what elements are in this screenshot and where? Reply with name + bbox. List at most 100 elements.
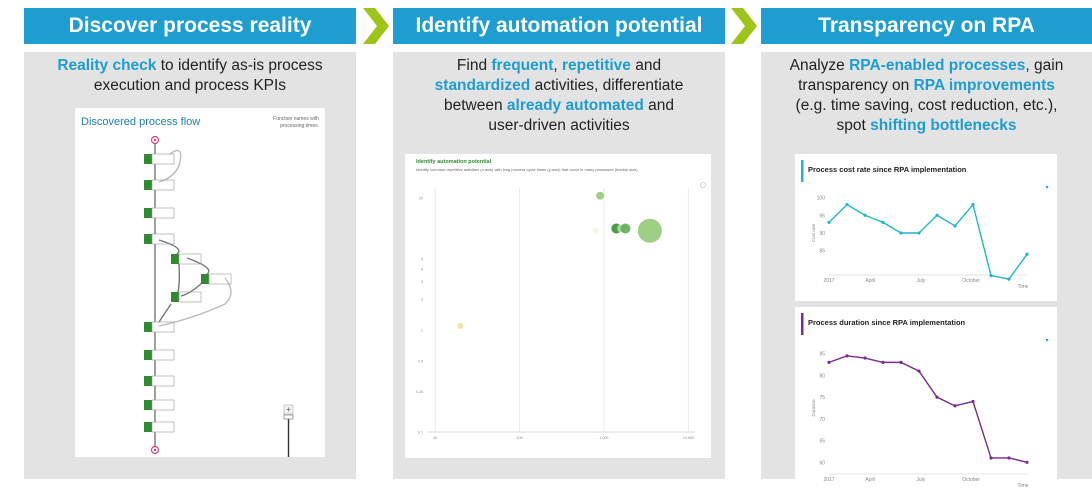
svg-text:+: + [286,405,291,414]
bubble-point [457,323,464,330]
data-point [1025,252,1029,256]
x-tick-label: 100 [517,436,523,440]
node-label-box [151,349,175,361]
header-transparency-label: Transparency on RPA [818,14,1035,37]
x-tick-label: October [962,278,980,284]
y-tick-label: 0.1 [418,431,423,435]
data-point [953,404,957,408]
desc-text: transparency on [798,77,914,94]
chart-title: Process duration since RPA implementatio… [808,318,966,327]
start-node-dot [153,138,157,142]
y-tick-label: 2 [421,298,423,302]
automation-scatter-chart: 20 5 4 3 2 1 0.5 0.25 0.1 10 100 1,000 10,000 [416,182,706,440]
flow-node-labels [151,153,232,433]
flow-edges [154,144,232,446]
desc-text: spot [836,117,871,134]
highlight-text: repetitive [562,57,631,74]
panel-transparency: Analyze RPA-enabled processes, gain tran… [761,52,1092,493]
y-axis-label: Cost rate [811,223,816,242]
data-point [917,231,921,235]
data-point [827,220,831,224]
settings-icon [700,182,706,188]
chart-title: Process cost rate since RPA implementati… [808,165,967,174]
process-node [171,292,179,302]
header-discover: Discover process reality [24,8,356,44]
bubble-point [592,227,599,234]
chevron-arrow-icon [731,8,757,44]
x-tick-label: 10 [433,436,437,440]
y-tick-label: 85 [819,249,825,255]
node-label-box [151,179,175,191]
desc-text: to identify as-is process [156,57,323,74]
y-tick-label: 95 [819,213,825,219]
data-point [935,213,939,217]
x-tick-label: 1,000 [599,436,608,440]
data-point [845,203,849,207]
desc-text: between [443,97,507,114]
process-flow-diagram: + − [144,135,294,457]
header-identify: Identify automation potential [393,8,725,44]
cost-rate-chart: Process cost rate since RPA implementati… [801,160,1049,290]
y-tick-label: 85 [819,352,825,358]
bubble-point [596,191,605,200]
x-tick-label: April [865,477,875,483]
y-tick-label: 0.25 [416,390,423,394]
data-point [1025,460,1029,464]
description-transparency: Analyze RPA-enabled processes, gain tran… [761,56,1092,136]
data-point [881,220,885,224]
y-tick-label: 4 [421,267,423,271]
data-point [935,395,939,399]
desc-text: and [630,57,662,74]
desc-text: execution and process KPIs [93,77,287,94]
x-tick-label: 2017 [823,278,834,284]
series-line [828,355,1028,463]
data-point [971,399,975,404]
process-node [144,154,152,164]
header-discover-label: Discover process reality [68,14,312,37]
x-tick-label: July [916,477,925,483]
process-node [144,400,152,410]
x-tick-label: 2017 [823,477,834,483]
data-point [1007,456,1011,460]
data-point [989,456,993,460]
duration-chart-card: Process duration since RPA implementatio… [795,307,1057,493]
data-point [827,360,831,364]
process-flow-card: Discovered process flow Function names w… [75,108,325,457]
duration-chart: Process duration since RPA implementatio… [801,313,1049,489]
desc-text: Analyze [789,57,850,74]
chevron-down-icon: ▾ [1045,185,1048,191]
y-tick-label: 60 [819,460,825,466]
data-point [1007,277,1011,281]
data-point [971,203,975,207]
chart-accent-bar [801,313,804,335]
description-identify: Find frequent, repetitive and standardiz… [393,56,725,136]
y-tick-label: 90 [819,231,825,237]
data-point [845,354,849,358]
data-point [899,360,903,364]
process-node [144,208,152,218]
zoom-slider-handle [283,414,294,420]
y-axis-label: Duration [811,399,816,417]
y-tick-label: 20 [419,196,423,200]
node-label-box [151,207,175,219]
data-point [917,369,921,373]
chevron-arrow-icon [363,8,389,44]
highlight-text: already automated [506,97,644,114]
desc-text: , [553,57,562,74]
panel-identify: Find frequent, repetitive and standardiz… [393,52,725,479]
y-tick-label: 5 [421,258,423,262]
data-point [899,231,903,235]
highlight-text: RPA-enabled processes [849,57,1026,74]
process-node [144,422,152,432]
node-label-box [151,153,175,165]
desc-text: activities, differentiate [530,77,684,94]
y-tick-label: 1 [421,329,423,333]
end-node-dot [153,448,157,452]
data-point [863,213,867,217]
data-point [989,273,993,278]
highlight-text: standardized [434,77,531,94]
x-tick-label: July [916,278,925,284]
zoom-control[interactable]: + − [283,404,294,457]
node-label-box [151,399,175,411]
panel-discover: Reality check to identify as-is process … [24,52,356,479]
